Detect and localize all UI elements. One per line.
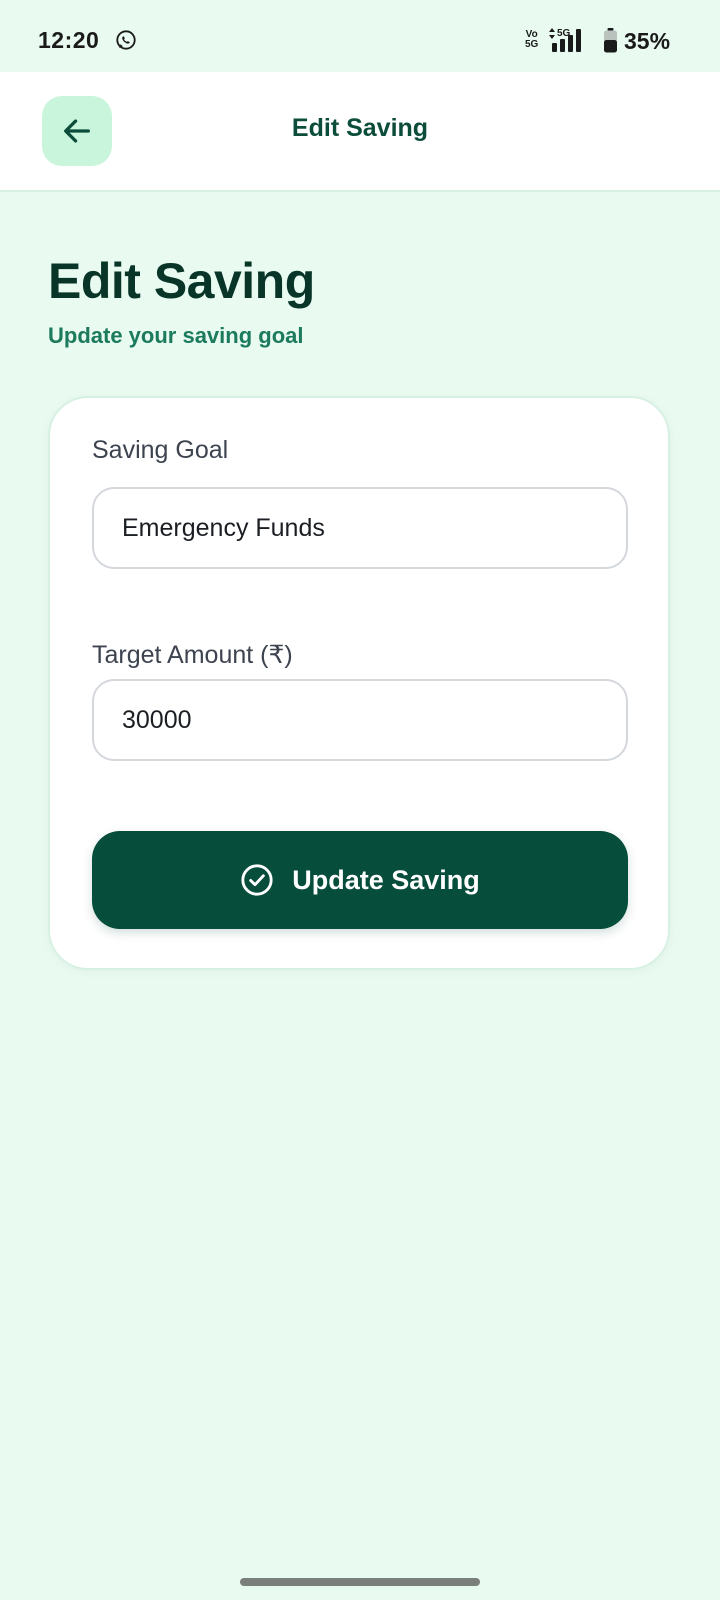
app-bar-title: Edit Saving bbox=[291, 114, 429, 142]
update-saving-label: Update Saving bbox=[292, 864, 480, 895]
target-amount-input[interactable]: 30000 bbox=[92, 679, 628, 761]
status-time: 12:20 bbox=[38, 27, 100, 53]
volte-indicator: Vo 5G bbox=[525, 30, 538, 50]
app-bar: Edit Saving bbox=[0, 72, 720, 192]
check-circle-icon bbox=[241, 864, 273, 896]
saving-goal-input[interactable]: Emergency Funds bbox=[92, 487, 628, 569]
volte-bottom: 5G bbox=[525, 39, 539, 50]
signal-icon: 5G bbox=[549, 28, 581, 52]
page-title: Edit Saving bbox=[48, 253, 315, 309]
whatsapp-icon bbox=[116, 30, 136, 50]
home-indicator[interactable] bbox=[240, 1578, 480, 1586]
saving-goal-value: Emergency Funds bbox=[122, 513, 325, 542]
target-amount-label: Target Amount (₹) bbox=[92, 641, 293, 669]
target-amount-value: 30000 bbox=[122, 705, 192, 734]
saving-goal-label: Saving Goal bbox=[92, 436, 229, 464]
battery-icon bbox=[604, 28, 617, 53]
page-subtitle: Update your saving goal bbox=[48, 323, 304, 348]
status-bar: 12:20 Vo 5G 5G 35% bbox=[0, 0, 720, 72]
battery-percent: 35% bbox=[624, 28, 671, 54]
update-saving-button[interactable]: Update Saving bbox=[92, 831, 628, 929]
